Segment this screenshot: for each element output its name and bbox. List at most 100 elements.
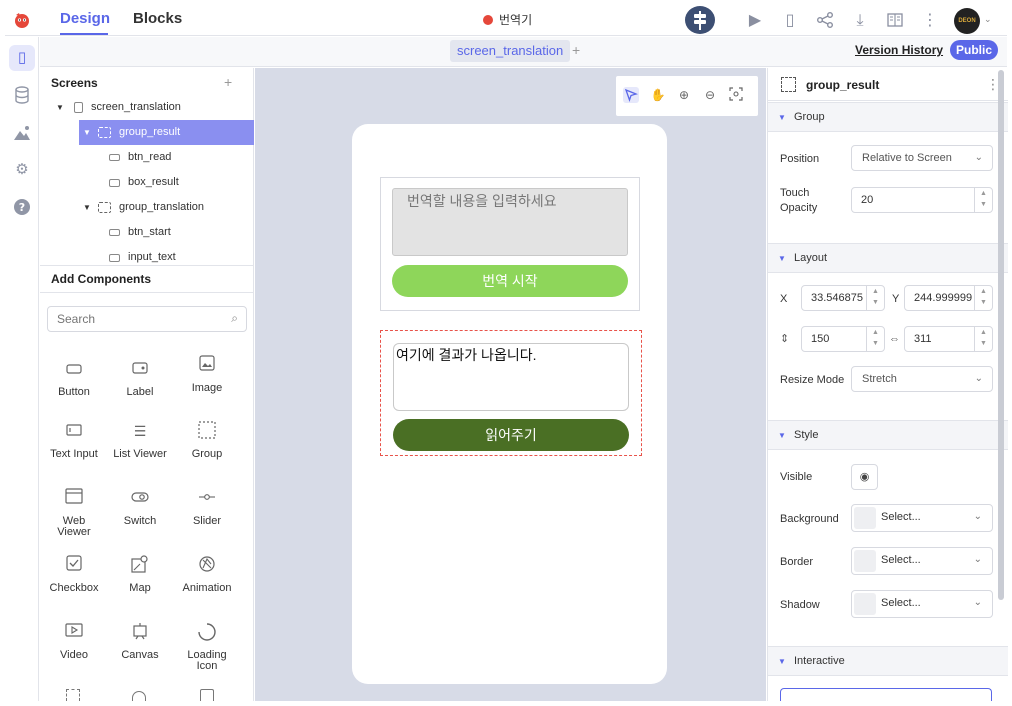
eye-icon[interactable]: ◉ [851,464,878,490]
select-placeholder: Select... [881,554,921,566]
add-screen-tab-icon[interactable]: + [572,42,580,58]
tree-item-label: box_result [128,176,179,188]
public-button[interactable]: Public [950,40,998,60]
tree-item-label: btn_read [128,151,172,163]
hand-pan-icon[interactable]: ✋ [650,87,666,103]
component-button[interactable]: Button [41,359,107,398]
section-title: Style [794,429,819,441]
component-label[interactable]: Label [107,359,173,398]
x-input[interactable]: 33.546875 ▲ ▼ [801,285,885,311]
assets-icon[interactable] [9,120,35,146]
tab-screen-translation[interactable]: screen_translation [450,40,571,62]
component-web-viewer[interactable]: Web Viewer [41,488,107,538]
app-title[interactable]: 번역기 [483,11,532,28]
settings-gear-icon[interactable]: ⚙ [9,157,35,183]
tree-item-input-text[interactable]: input_text [40,245,254,265]
component-image[interactable]: Image [174,355,240,394]
position-select[interactable]: Relative to Screen ⌄ [851,145,993,171]
version-history-link[interactable]: Version History [855,43,943,57]
component-checkbox[interactable]: Checkbox [41,555,107,594]
group-translation[interactable]: 번역할 내용을 입력하세요 번역 시작 [380,177,640,311]
search-input[interactable] [57,307,217,331]
tab-design[interactable]: Design [60,10,110,27]
play-icon[interactable]: ▶ [745,11,765,31]
design-canvas[interactable]: ✋ ⊕ ⊖ 번역할 내용을 입력하세요 번역 시작 여기에 결과가 나옵니다. … [255,68,766,701]
caret-down-icon[interactable]: ▼ [83,195,91,220]
stepper-icon[interactable]: ▲ ▼ [866,286,884,310]
stepper-icon[interactable]: ▲ ▼ [974,188,992,212]
book-icon[interactable] [885,11,905,31]
group-icon [197,421,217,441]
tree-item-box-result[interactable]: box_result [40,170,254,195]
section-layout[interactable]: ▼ Layout [768,243,1008,273]
properties-scrollbar[interactable] [998,70,1004,600]
group-result[interactable]: 여기에 결과가 나옵니다. 읽어주기 [380,330,642,456]
component-search[interactable]: ⌕ [47,306,247,332]
y-input[interactable]: 244.999999 ▲ ▼ [904,285,993,311]
avatar[interactable]: DEON [954,8,980,34]
height-input[interactable]: 150 ▲ ▼ [801,326,885,352]
component-animation[interactable]: Animation [174,555,240,594]
component-label: Text Input [50,448,98,460]
calendar-icon [66,689,80,701]
select-pointer-icon[interactable] [623,87,639,103]
database-icon[interactable] [9,82,35,108]
input-text[interactable]: 번역할 내용을 입력하세요 [392,188,628,256]
component-text-input[interactable]: Text Input [41,421,107,460]
screens-nav-icon[interactable]: ▯ [9,45,35,71]
component-slider[interactable]: Slider [174,488,240,527]
zoom-out-icon[interactable]: ⊖ [702,87,718,103]
component-video[interactable]: Video [41,622,107,661]
section-style[interactable]: ▼ Style [768,420,1008,450]
stepper-icon[interactable]: ▲ ▼ [866,327,884,351]
share-icon[interactable] [815,11,835,31]
section-interactive[interactable]: ▼ Interactive [768,646,1008,676]
fit-screen-icon[interactable] [728,87,744,103]
caret-down-icon[interactable]: ▼ [56,95,64,120]
component-group[interactable]: Group [174,421,240,460]
stepper-icon[interactable]: ▲ ▼ [974,327,992,351]
search-icon[interactable]: ⌕ [231,311,238,326]
btn-start[interactable]: 번역 시작 [392,265,628,297]
border-select[interactable]: Select... ⌄ [851,547,993,575]
component-map[interactable]: Map [107,555,173,594]
btn-read[interactable]: 읽어주기 [393,419,629,451]
add-screen-icon[interactable]: + [224,74,232,90]
shadow-label: Shadow [780,599,820,611]
component-canvas[interactable]: Canvas [107,622,173,661]
component-label: List Viewer [113,448,167,460]
tree-item-screen-translation[interactable]: ▼ screen_translation [40,95,254,120]
caret-down-icon: ▼ [778,657,786,666]
component-switch[interactable]: Switch [107,488,173,527]
tree-item-btn-start[interactable]: btn_start [40,220,254,245]
slider-icon [197,488,217,508]
touch-opacity-input[interactable]: 20 ▲ ▼ [851,187,993,213]
background-select[interactable]: Select... ⌄ [851,504,993,532]
animation-icon [197,555,217,575]
tree-item-btn-read[interactable]: btn_read [40,145,254,170]
download-icon[interactable]: ⤓ [850,11,870,31]
device-preview-icon[interactable]: ▯ [780,11,800,31]
zoom-in-icon[interactable]: ⊕ [676,87,692,103]
help-icon[interactable]: ? [9,194,35,220]
app-logo-icon[interactable] [13,11,31,29]
component-loading-icon[interactable]: Loading Icon [174,622,240,672]
web-viewer-icon [64,488,84,508]
shadow-select[interactable]: Select... ⌄ [851,590,993,618]
stepper-icon[interactable]: ▲ ▼ [974,286,992,310]
resize-mode-select[interactable]: Stretch ⌄ [851,366,993,392]
chevron-down-icon[interactable]: ⌄ [984,14,992,25]
section-group[interactable]: ▼ Group [768,102,1008,132]
interactive-select[interactable] [780,688,992,702]
signpost-icon[interactable] [685,6,715,34]
width-input[interactable]: 311 ▲ ▼ [904,326,993,352]
caret-down-icon[interactable]: ▼ [83,120,91,145]
more-vertical-icon[interactable]: ⋮ [920,11,940,31]
component-label: Canvas [121,649,159,661]
tree-item-group-translation[interactable]: ▼ group_translation [40,195,254,220]
component-list-viewer[interactable]: ☰ List Viewer [107,421,173,460]
chevron-down-icon: ⌄ [973,554,982,565]
tab-blocks[interactable]: Blocks [133,10,182,27]
tree-item-group-result[interactable]: ▼ group_result [79,120,254,145]
box-result[interactable]: 여기에 결과가 나옵니다. [393,343,629,411]
